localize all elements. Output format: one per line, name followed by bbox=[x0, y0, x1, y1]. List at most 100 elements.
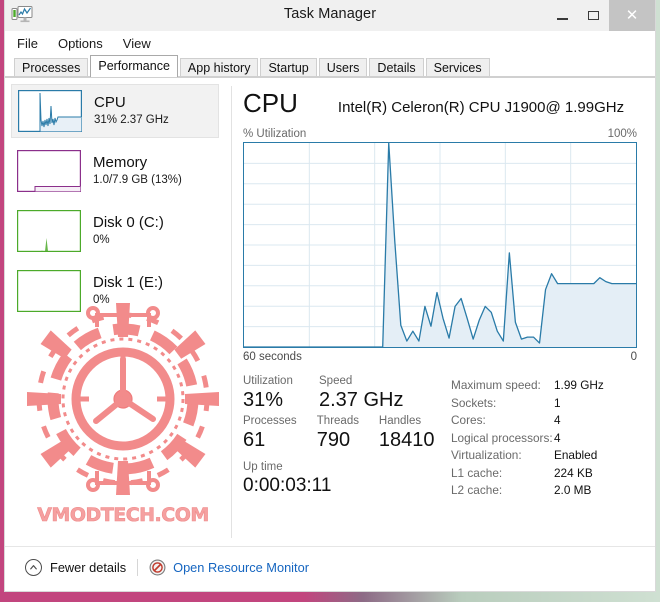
sidebar-item-memory[interactable]: Memory 1.0/7.9 GB (13%) bbox=[11, 144, 219, 198]
stat-speed-value: 2.37 GHz bbox=[319, 389, 404, 411]
sidebar-item-disk1[interactable]: Disk 1 (E:) 0% bbox=[11, 264, 219, 318]
tab-details[interactable]: Details bbox=[369, 58, 424, 77]
sidebar-memory-title: Memory bbox=[93, 154, 148, 172]
cpu-header: CPU Intel(R) Celeron(R) CPU J1900@ 1.99G… bbox=[243, 88, 637, 119]
memory-thumbnail-graph bbox=[17, 150, 81, 192]
stat-handles-value: 18410 bbox=[378, 429, 435, 451]
sidebar-memory-sub: 1.0/7.9 GB (13%) bbox=[93, 174, 182, 187]
spec-key-sockets: Sockets: bbox=[451, 395, 497, 410]
sidebar-disk1-title: Disk 1 (E:) bbox=[93, 274, 164, 292]
sidebar-disk0-sub: 0% bbox=[93, 234, 110, 247]
menu-bar: File Options View bbox=[5, 31, 655, 55]
sidebar-disk1-text: Disk 1 (E:) 0% bbox=[93, 274, 163, 307]
cpu-model-name: Intel(R) Celeron(R) CPU J1900@ 1.99GHz bbox=[337, 99, 625, 116]
spec-key-virtualization: Virtualization: bbox=[451, 448, 522, 462]
spec-row-l2-cache: L2 cache: 2.0 MB bbox=[451, 482, 637, 500]
cpu-spec-table: Maximum speed: 1.99 GHz Sockets: 1 Cores… bbox=[443, 375, 637, 500]
sidebar-item-disk0[interactable]: Disk 0 (C:) 0% bbox=[11, 204, 219, 258]
stat-processes-value: 61 bbox=[243, 429, 266, 451]
tab-performance[interactable]: Performance bbox=[90, 55, 178, 77]
resource-monitor-icon bbox=[149, 559, 166, 576]
graph-top-labels: % Utilization 100% bbox=[243, 128, 637, 140]
spec-key-l2-cache: L2 cache: bbox=[451, 483, 503, 497]
spec-value-l1-cache: 224 KB bbox=[554, 465, 593, 480]
content-area: CPU 31% 2.37 GHz Memory 1.0/7.9 GB (13%) bbox=[5, 77, 655, 546]
tab-startup[interactable]: Startup bbox=[260, 58, 317, 77]
stat-utilization-value: 31% bbox=[243, 389, 284, 411]
minimize-icon bbox=[557, 17, 568, 20]
vmodtech-watermark: VMODTECH.COM bbox=[17, 303, 229, 528]
cpu-detail-panel: CPU Intel(R) Celeron(R) CPU J1900@ 1.99G… bbox=[233, 78, 655, 546]
sidebar-disk0-title: Disk 0 (C:) bbox=[93, 214, 164, 232]
cpu-thumbnail-graph bbox=[18, 90, 82, 132]
stats-row-secondary: Processes 61 Threads 790 Handles 18410 bbox=[243, 415, 443, 453]
spec-key-cores: Cores: bbox=[451, 413, 486, 427]
stats-row-primary: Utilization 31% Speed 2.37 GHz bbox=[243, 375, 443, 413]
fewer-details-label: Fewer details bbox=[50, 559, 127, 575]
tab-strip: Processes Performance App history Startu… bbox=[5, 55, 655, 77]
disk1-thumbnail-graph bbox=[17, 270, 81, 312]
stat-speed-label: Speed bbox=[319, 375, 353, 387]
tab-users[interactable]: Users bbox=[318, 58, 368, 77]
graph-y-axis-label: % Utilization bbox=[243, 128, 307, 140]
maximize-icon bbox=[588, 11, 599, 20]
close-button[interactable]: ✕ bbox=[609, 0, 655, 31]
spec-row-cores: Cores: 4 bbox=[451, 412, 637, 430]
minimize-button[interactable] bbox=[547, 0, 578, 31]
close-icon: ✕ bbox=[625, 7, 639, 24]
spec-row-sockets: Sockets: 1 bbox=[451, 395, 637, 413]
stat-threads-label: Threads bbox=[316, 415, 359, 427]
spec-row-virtualization: Virtualization: Enabled bbox=[451, 447, 637, 465]
spec-value-maximum-speed: 1.99 GHz bbox=[554, 378, 604, 392]
graph-y-max-label: 100% bbox=[607, 128, 637, 140]
sidebar-memory-text: Memory 1.0/7.9 GB (13%) bbox=[93, 154, 182, 187]
menu-item-options[interactable]: Options bbox=[58, 36, 103, 51]
stat-handles-label: Handles bbox=[378, 415, 422, 427]
stat-uptime: Up time 0:00:03:11 bbox=[243, 461, 443, 498]
stat-processes-label: Processes bbox=[243, 415, 297, 427]
stat-uptime-value: 0:00:03:11 bbox=[243, 475, 332, 496]
open-resource-monitor-link[interactable]: Open Resource Monitor bbox=[149, 559, 309, 576]
spec-key-maximum-speed: Maximum speed: bbox=[451, 378, 541, 392]
stat-threads-value: 790 bbox=[316, 429, 351, 451]
sidebar-disk0-text: Disk 0 (C:) 0% bbox=[93, 214, 164, 247]
stat-utilization: Utilization 31% bbox=[243, 375, 319, 413]
tab-processes[interactable]: Processes bbox=[14, 58, 89, 77]
menu-item-view[interactable]: View bbox=[123, 36, 151, 51]
graph-x-start-label: 60 seconds bbox=[243, 351, 302, 363]
menu-item-file[interactable]: File bbox=[17, 36, 38, 51]
cpu-utilization-graph[interactable] bbox=[243, 142, 637, 348]
spec-value-virtualization: Enabled bbox=[554, 448, 598, 462]
resource-monitor-label: Open Resource Monitor bbox=[173, 559, 309, 575]
tab-app-history[interactable]: App history bbox=[179, 58, 259, 77]
stat-threads: Threads 790 bbox=[317, 415, 379, 453]
stats-section: Utilization 31% Speed 2.37 GHz Processes… bbox=[243, 375, 637, 500]
sidebar-disk1-sub: 0% bbox=[93, 294, 110, 307]
maximize-button[interactable] bbox=[578, 0, 609, 31]
stat-utilization-label: Utilization bbox=[243, 375, 293, 387]
fewer-details-button[interactable]: Fewer details bbox=[25, 558, 127, 576]
spec-value-cores: 4 bbox=[554, 413, 561, 427]
sidebar-divider bbox=[231, 86, 232, 538]
sidebar-cpu-title: CPU bbox=[94, 94, 126, 112]
spec-row-l1-cache: L1 cache: 224 KB bbox=[451, 465, 637, 483]
spec-row-logical-processors: Logical processors: 4 bbox=[451, 430, 637, 448]
resource-sidebar[interactable]: CPU 31% 2.37 GHz Memory 1.0/7.9 GB (13%) bbox=[5, 78, 233, 546]
sidebar-item-cpu[interactable]: CPU 31% 2.37 GHz bbox=[11, 84, 219, 138]
title-bar: Task Manager ✕ bbox=[5, 0, 655, 31]
spec-key-logical-processors: Logical processors: bbox=[451, 430, 553, 445]
footer-separator bbox=[137, 558, 139, 576]
tab-services[interactable]: Services bbox=[425, 58, 490, 77]
spec-key-l1-cache: L1 cache: bbox=[451, 465, 503, 480]
sidebar-cpu-text: CPU 31% 2.37 GHz bbox=[94, 94, 169, 127]
disk0-thumbnail-graph bbox=[17, 210, 81, 252]
task-manager-window: Task Manager ✕ File Options View Process… bbox=[4, 0, 656, 592]
graph-bottom-labels: 60 seconds 0 bbox=[243, 351, 637, 363]
stats-left-column: Utilization 31% Speed 2.37 GHz Processes… bbox=[243, 375, 443, 500]
stat-processes: Processes 61 bbox=[243, 415, 317, 453]
chevron-up-icon bbox=[25, 558, 42, 576]
stat-uptime-label: Up time bbox=[243, 461, 283, 473]
spec-value-sockets: 1 bbox=[554, 395, 561, 410]
cpu-graph-svg bbox=[244, 143, 636, 347]
spec-value-logical-processors: 4 bbox=[554, 430, 561, 445]
